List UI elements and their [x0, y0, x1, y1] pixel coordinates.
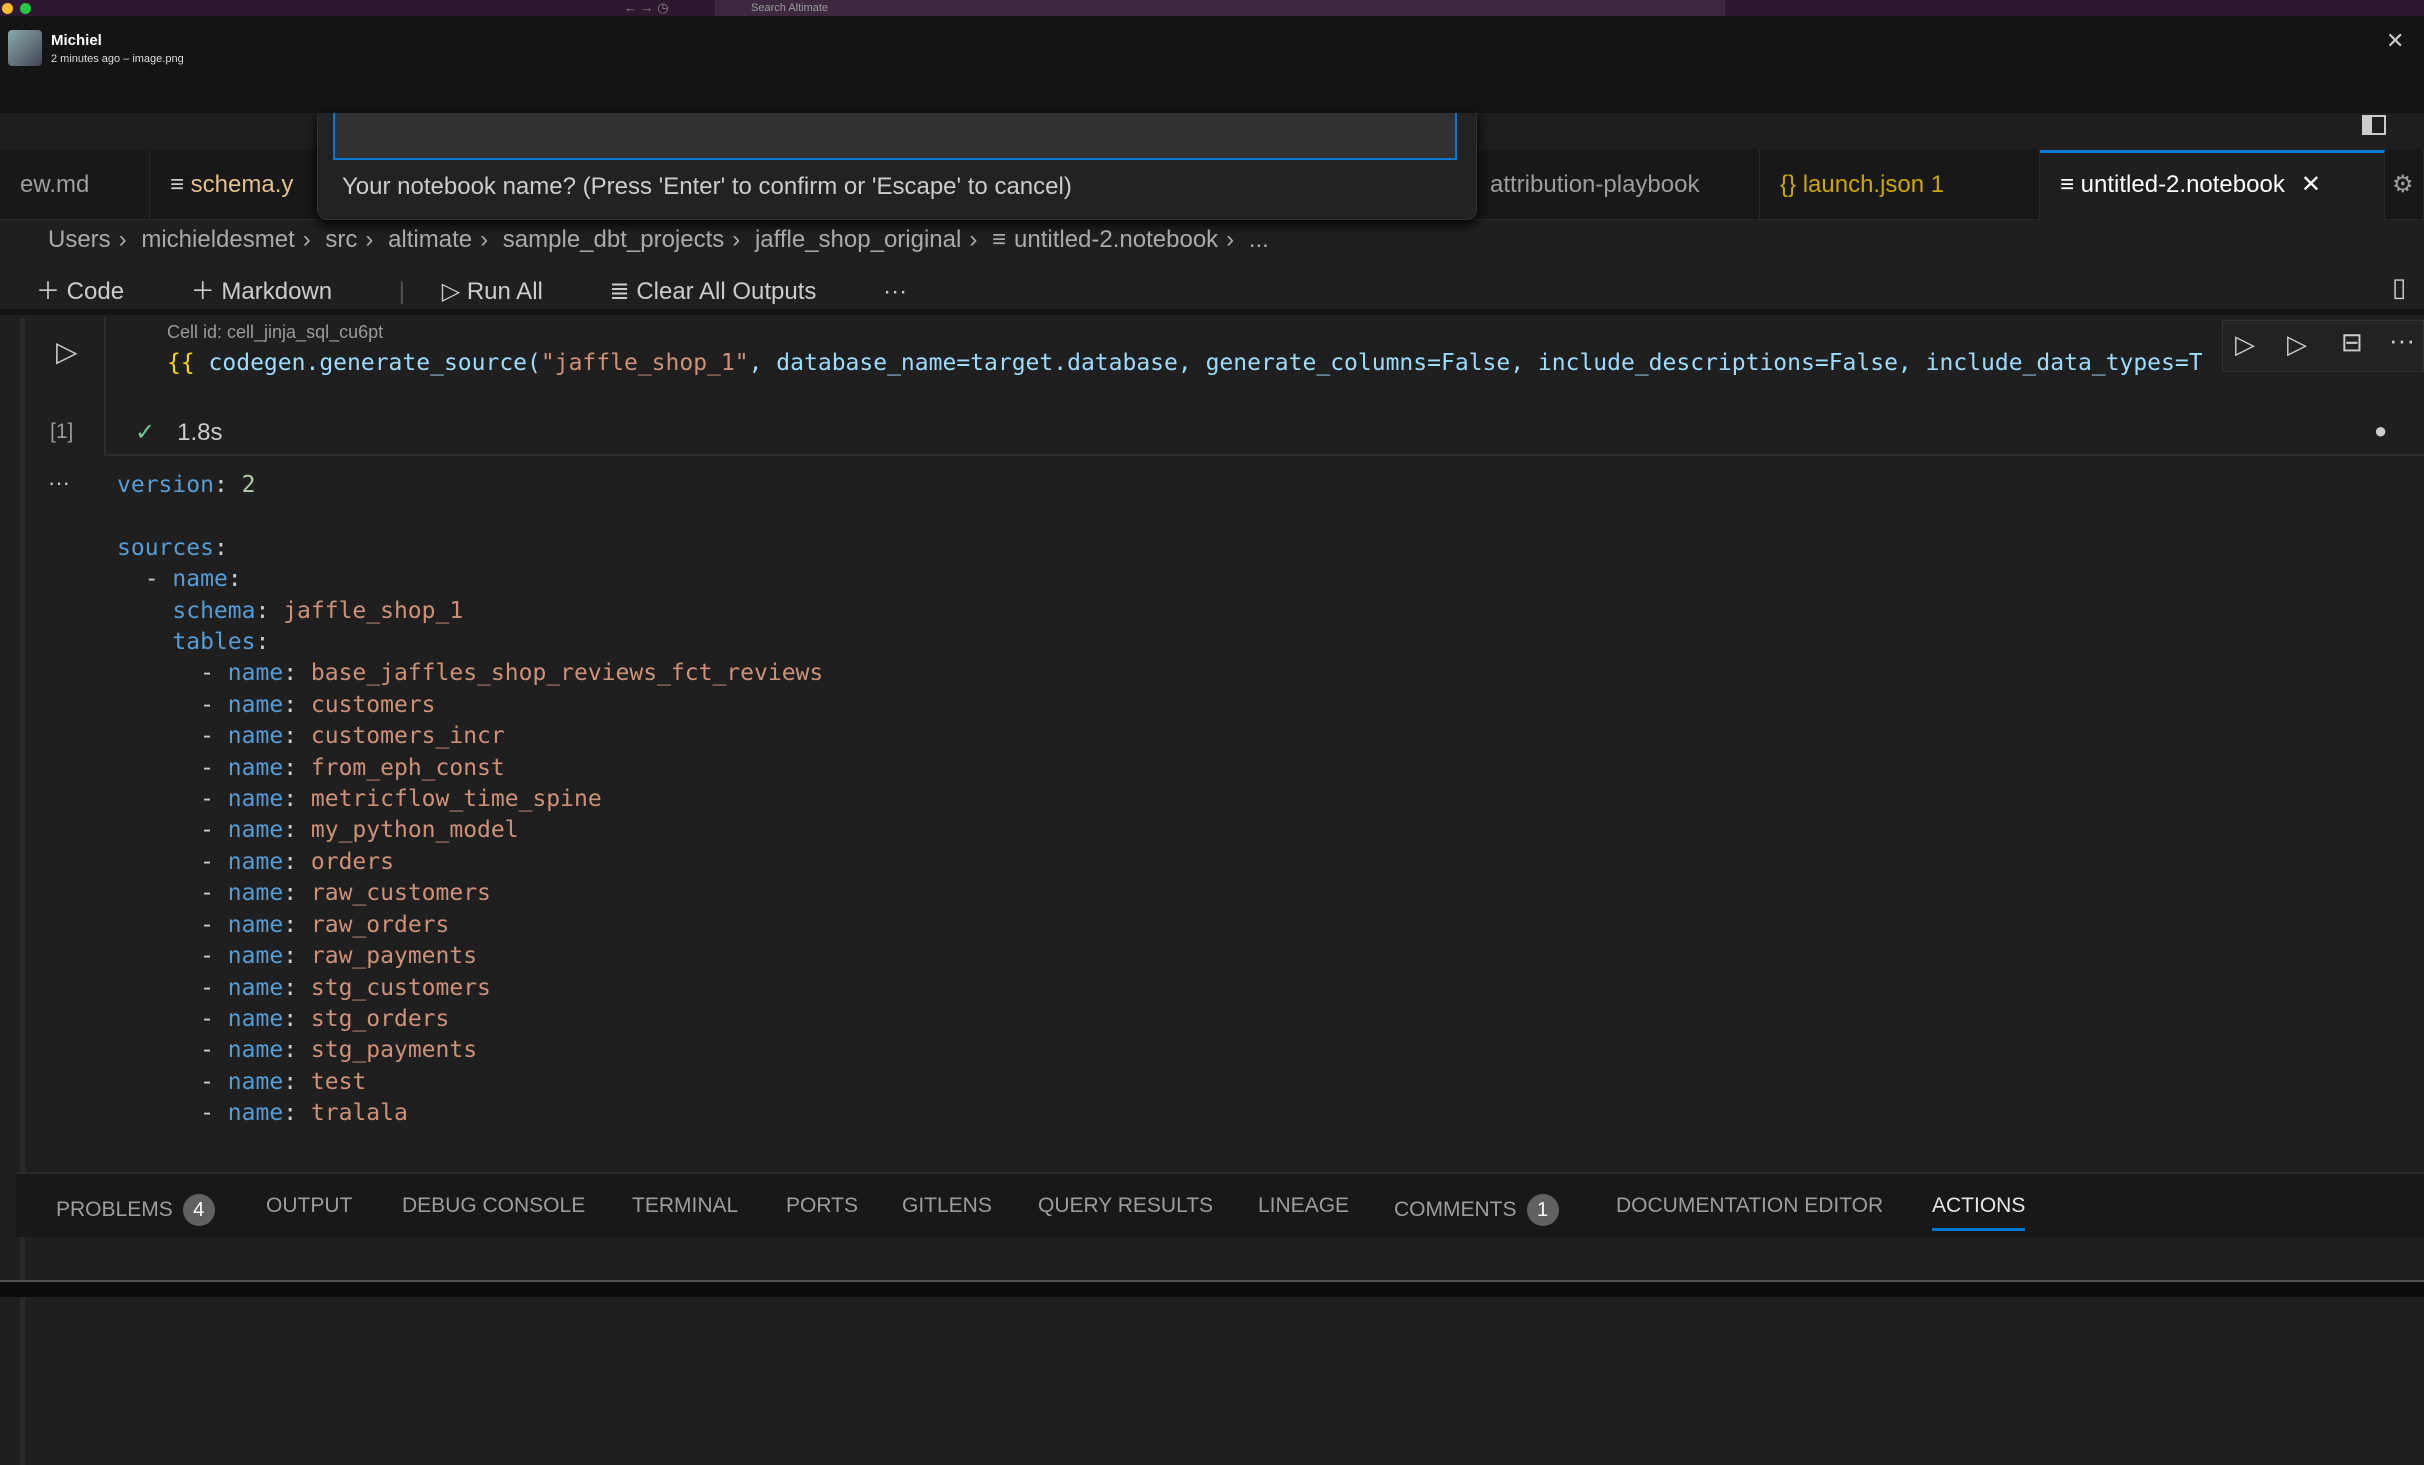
maximize-button[interactable]	[20, 3, 31, 14]
output-line: - name:	[144, 566, 242, 593]
output-line: - name: from_eph_const	[200, 754, 505, 781]
panel-tab-query-results[interactable]: QUERY RESULTS	[1038, 1194, 1213, 1218]
kernel-icon[interactable]: ▯	[2392, 272, 2406, 303]
nav-arrows-icon[interactable]: ← → ◷	[624, 0, 669, 16]
panel-tab-output[interactable]: OUTPUT	[266, 1194, 352, 1218]
panel-tab-lineage[interactable]: LINEAGE	[1258, 1194, 1349, 1218]
notebook-toolbar: ＋ Code ＋ Markdown | ▷ Run All ≣ Clear Al…	[36, 278, 908, 305]
output-line: tables:	[172, 629, 270, 656]
layout-sidebar-icon[interactable]	[2362, 115, 2386, 135]
notification-subtitle: 2 minutes ago – image.png	[51, 53, 184, 65]
check-icon: ✓	[135, 419, 156, 446]
notification-sender: Michiel	[51, 32, 102, 49]
more-actions-button[interactable]: ···	[883, 278, 907, 305]
execute-above-icon[interactable]: ▷	[2235, 329, 2255, 360]
panel-tab-terminal[interactable]: TERMINAL	[632, 1194, 738, 1218]
panel-tab-ports[interactable]: PORTS	[786, 1194, 858, 1218]
breadcrumb-item[interactable]: jaffle_shop_original	[755, 226, 961, 253]
output-line: version: 2	[117, 472, 256, 498]
count-badge: 1	[1526, 1194, 1559, 1226]
cell-code[interactable]: {{ codegen.generate_source("jaffle_shop_…	[167, 350, 2203, 376]
tab-overview-md[interactable]: ew.md	[0, 150, 150, 220]
notebook-name-input[interactable]	[333, 113, 1457, 160]
breadcrumb-item[interactable]: Users	[48, 226, 111, 253]
panel-tab-documentation-editor[interactable]: DOCUMENTATION EDITOR	[1616, 1194, 1883, 1218]
tab-launch-json[interactable]: {} launch.json 1	[1760, 150, 2040, 220]
breadcrumb-item[interactable]: src	[325, 226, 357, 253]
status-bar	[0, 1280, 2424, 1297]
breadcrumb-item[interactable]: altimate	[388, 226, 472, 253]
output-line: - name: stg_customers	[200, 974, 491, 1001]
quick-input-dialog: Your notebook name? (Press 'Enter' to co…	[317, 113, 1477, 220]
cell-id-label: Cell id: cell_jinja_sql_cu6pt	[167, 322, 384, 342]
divider	[0, 309, 2424, 315]
code-cell[interactable]	[104, 317, 2424, 456]
quick-input-message: Your notebook name? (Press 'Enter' to co…	[342, 173, 1072, 200]
file-lines-icon: ≡	[992, 226, 1007, 253]
avatar	[8, 30, 42, 66]
minimize-button[interactable]	[2, 3, 13, 14]
run-cell-button[interactable]: ▷	[56, 335, 78, 368]
output-menu-button[interactable]: ···	[48, 470, 70, 496]
add-markdown-cell-button[interactable]: ＋ Markdown	[191, 278, 362, 305]
breadcrumb-item[interactable]: untitled-2.notebook	[1014, 226, 1218, 253]
output-line: - name: my_python_model	[200, 817, 519, 844]
run-all-button[interactable]: ▷ Run All	[442, 278, 573, 305]
panel-tab-problems[interactable]: PROBLEMS 4	[56, 1194, 215, 1226]
count-badge: 4	[182, 1194, 215, 1226]
cell-output: version: 2 sources: - name: schema: jaff…	[117, 470, 823, 1130]
panel-tab-comments[interactable]: COMMENTS 1	[1394, 1194, 1559, 1226]
panel-tab-debug-console[interactable]: DEBUG CONSOLE	[402, 1194, 585, 1218]
output-line: - name: metricflow_time_spine	[200, 786, 602, 813]
output-line: sources:	[117, 534, 228, 561]
lightbulb-icon[interactable]: ●	[2374, 418, 2387, 444]
output-line: - name: stg_payments	[200, 1037, 478, 1064]
output-line: - name: raw_orders	[200, 911, 450, 938]
add-code-cell-button[interactable]: ＋ Code	[36, 278, 154, 305]
clear-outputs-button[interactable]: ≣ Clear All Outputs	[610, 278, 847, 305]
execution-status: ✓ 1.8s	[135, 419, 223, 446]
file-lines-icon: ≡	[2060, 171, 2081, 198]
close-icon[interactable]: ✕	[2301, 171, 2321, 198]
breadcrumb-item[interactable]: sample_dbt_projects	[503, 226, 724, 253]
breadcrumb-item[interactable]: michieldesmet	[141, 226, 294, 253]
execution-count: [1]	[50, 420, 74, 443]
output-line: schema: jaffle_shop_1	[172, 597, 464, 624]
more-icon[interactable]: ···	[2389, 325, 2415, 356]
split-cell-icon[interactable]: ⊟	[2341, 327, 2363, 358]
close-icon[interactable]: ✕	[2386, 28, 2404, 54]
output-line: - name: customers	[200, 691, 436, 718]
bottom-panel-tabs: PROBLEMS 4 OUTPUT DEBUG CONSOLE TERMINAL PORT…	[16, 1172, 2424, 1237]
output-line: - name: raw_customers	[200, 880, 491, 907]
output-line: - name: tralala	[200, 1100, 408, 1127]
output-line: - name: customers_incr	[200, 723, 505, 750]
panel-tab-actions[interactable]: ACTIONS	[1932, 1194, 2026, 1231]
panel-tab-gitlens[interactable]: GITLENS	[902, 1194, 992, 1218]
braces-icon: {}	[1780, 171, 1803, 198]
breadcrumb-item[interactable]: ...	[1249, 226, 1269, 253]
cell-toolbar: ▷ ▷ ⊟ ···	[2222, 320, 2424, 372]
output-line: - name: base_jaffles_shop_reviews_fct_re…	[200, 660, 824, 687]
output-line: - name: orders	[200, 848, 394, 875]
notification-banner	[0, 16, 2424, 113]
breadcrumb: Users › michieldesmet › src › altimate › sam…	[48, 226, 1269, 253]
output-line: - name: test	[200, 1068, 367, 1095]
gear-icon[interactable]: ⚙	[2386, 150, 2424, 220]
output-line: - name: raw_payments	[200, 943, 478, 970]
tab-untitled-2-notebook[interactable]: ≡ untitled-2.notebook ✕	[2040, 150, 2385, 220]
file-lines-icon: ≡	[170, 171, 191, 198]
global-search-input[interactable]: Search Altimate	[715, 0, 1725, 16]
tab-attribution-playbook[interactable]: attribution-playbook	[1460, 150, 1760, 220]
execute-below-icon[interactable]: ▷	[2287, 329, 2307, 360]
output-line: - name: stg_orders	[200, 1005, 450, 1032]
